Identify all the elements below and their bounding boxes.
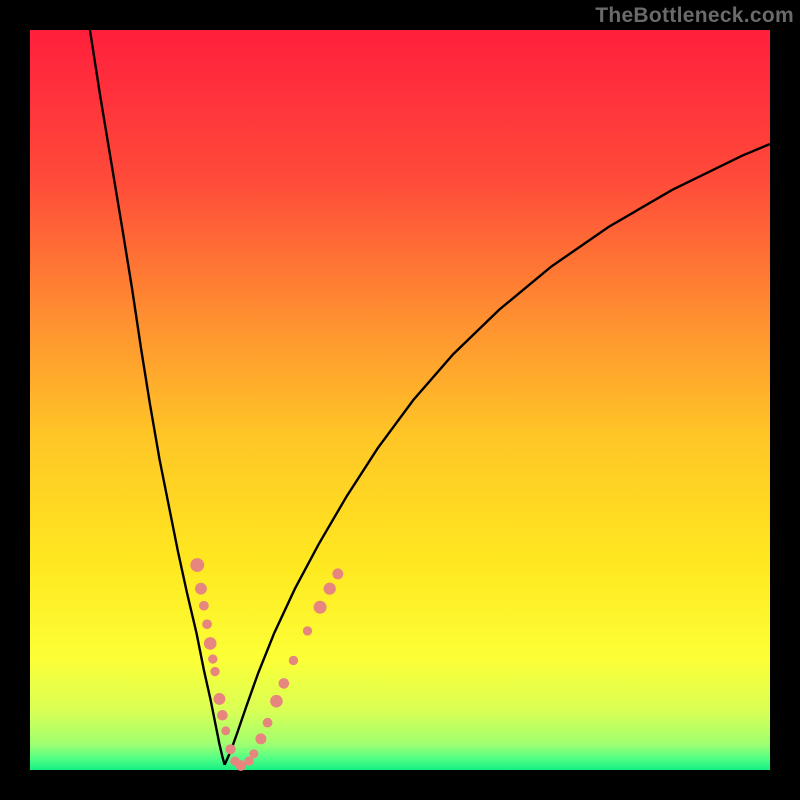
curve-layer — [30, 30, 770, 770]
marker-dot — [204, 637, 217, 650]
marker-dot — [199, 601, 209, 611]
watermark-label: TheBottleneck.com — [595, 4, 794, 28]
marker-dot — [270, 695, 283, 708]
marker-dot — [190, 558, 204, 572]
marker-dot — [225, 744, 235, 754]
marker-dot — [314, 601, 327, 614]
marker-dot — [255, 733, 266, 744]
marker-dot — [195, 583, 207, 595]
chart-stage: TheBottleneck.com — [0, 0, 800, 800]
marker-dot — [217, 710, 228, 721]
marker-dot — [289, 656, 298, 665]
marker-dot — [279, 678, 290, 689]
marker-dot — [263, 718, 273, 728]
plot-area — [30, 30, 770, 770]
marker-dot — [202, 619, 212, 629]
marker-dot — [332, 568, 343, 579]
marker-dot — [210, 667, 219, 676]
marker-dot — [249, 749, 258, 758]
marker-dot — [221, 726, 230, 735]
marker-group — [190, 558, 343, 771]
curve-left-branch — [90, 30, 225, 765]
marker-dot — [303, 626, 312, 635]
marker-dot — [324, 583, 336, 595]
curve-right-branch — [225, 144, 770, 765]
marker-dot — [208, 654, 217, 663]
marker-dot — [214, 693, 226, 705]
